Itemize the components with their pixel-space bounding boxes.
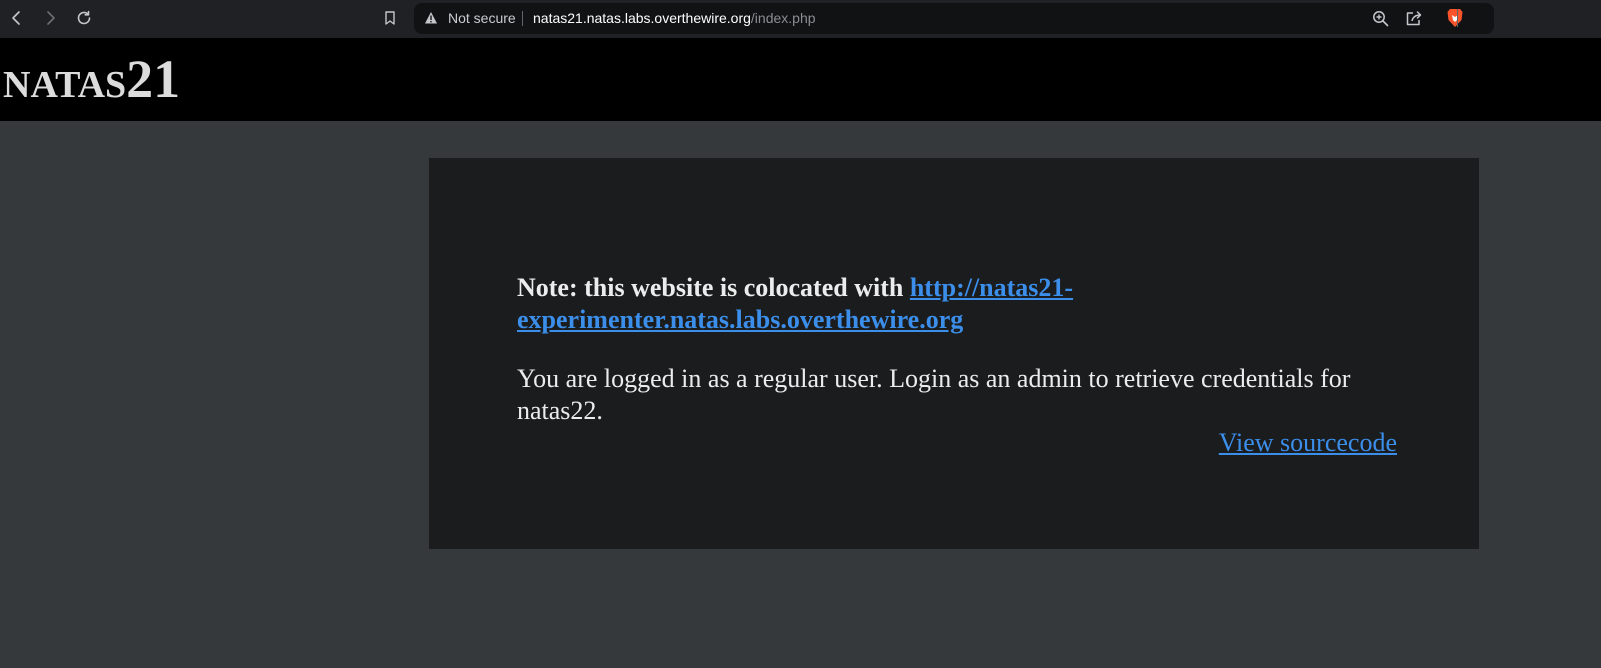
back-button[interactable] bbox=[4, 5, 30, 31]
note-prefix: Note: this website is colocated with bbox=[517, 273, 904, 302]
url-path: /index.php bbox=[750, 10, 816, 26]
url-text[interactable]: natas21.natas.labs.overthewire.org/index… bbox=[533, 3, 816, 34]
site-header: natas21 bbox=[0, 38, 1601, 121]
bookmark-button[interactable] bbox=[377, 5, 403, 31]
url-host: natas21.natas.labs.overthewire.org bbox=[533, 10, 751, 26]
content-body: Note: this website is colocated with htt… bbox=[517, 272, 1397, 459]
warning-icon[interactable] bbox=[424, 11, 438, 25]
colocation-note: Note: this website is colocated with htt… bbox=[517, 272, 1397, 336]
forward-button[interactable] bbox=[37, 5, 63, 31]
bookmark-icon bbox=[385, 11, 395, 25]
toolbar-divider bbox=[1457, 9, 1458, 27]
source-row: View sourcecode bbox=[517, 427, 1397, 459]
forward-icon bbox=[47, 11, 55, 25]
browser-toolbar: Not secure natas21.natas.labs.overthewir… bbox=[0, 0, 1601, 38]
content-panel: Note: this website is colocated with htt… bbox=[429, 158, 1479, 549]
brave-shield-icon bbox=[1447, 9, 1463, 27]
zoom-icon bbox=[1372, 10, 1388, 26]
share-icon bbox=[1406, 10, 1422, 25]
reload-icon bbox=[77, 10, 91, 25]
login-status-text: You are logged in as a regular user. Log… bbox=[517, 364, 1351, 425]
address-divider bbox=[522, 11, 523, 26]
share-button[interactable] bbox=[1401, 5, 1427, 31]
zoom-button[interactable] bbox=[1367, 5, 1393, 31]
brave-shield-button[interactable] bbox=[1442, 5, 1468, 31]
reload-button[interactable] bbox=[71, 5, 97, 31]
page-title: natas21 bbox=[3, 49, 181, 109]
back-icon bbox=[12, 11, 20, 25]
view-sourcecode-link[interactable]: View sourcecode bbox=[1219, 428, 1397, 457]
security-status-label[interactable]: Not secure bbox=[448, 3, 516, 34]
address-bar[interactable]: Not secure natas21.natas.labs.overthewir… bbox=[414, 3, 1494, 34]
